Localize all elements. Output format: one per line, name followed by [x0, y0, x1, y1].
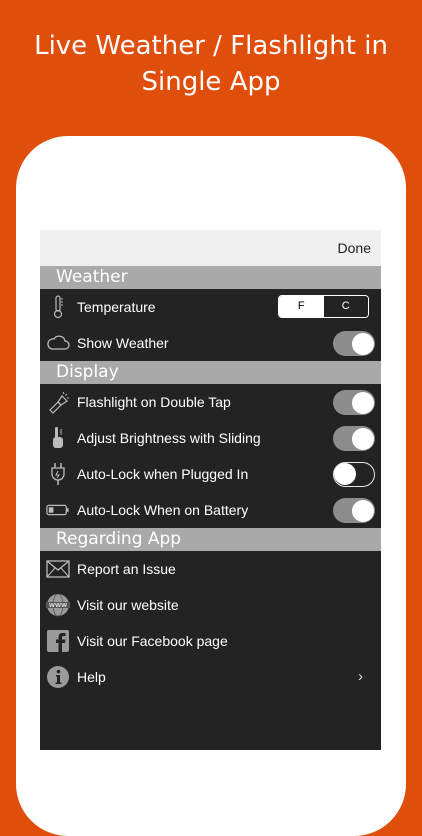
visit-website-row[interactable]: WWW Visit our website — [40, 587, 381, 623]
auto-lock-plugged-toggle[interactable] — [333, 462, 375, 487]
headline-line-1: Live Weather / Flashlight in — [34, 31, 388, 61]
temperature-label: Temperature — [77, 299, 156, 315]
envelope-icon — [46, 557, 70, 581]
section-header-display: Display — [40, 361, 381, 384]
section-header-weather: Weather — [40, 266, 381, 289]
help-label: Help — [77, 669, 106, 685]
flashlight-double-tap-row: Flashlight on Double Tap — [40, 384, 381, 420]
unit-option-celsius[interactable]: C — [323, 296, 368, 317]
toggle-knob — [351, 391, 374, 414]
cloud-icon — [46, 331, 70, 355]
show-weather-label: Show Weather — [77, 335, 169, 351]
toggle-knob — [334, 463, 356, 485]
unit-option-fahrenheit[interactable]: F — [279, 296, 324, 317]
thermometer-icon — [46, 295, 70, 319]
visit-facebook-row[interactable]: Visit our Facebook page — [40, 623, 381, 659]
flashlight-double-tap-toggle[interactable] — [333, 390, 375, 415]
auto-lock-plugged-row: Auto-Lock when Plugged In — [40, 456, 381, 492]
globe-www-icon: WWW — [46, 593, 70, 617]
adjust-brightness-row: Adjust Brightness with Sliding — [40, 420, 381, 456]
adjust-brightness-toggle[interactable] — [333, 426, 375, 451]
adjust-brightness-label: Adjust Brightness with Sliding — [77, 430, 261, 446]
toggle-knob — [351, 499, 374, 522]
chevron-right-icon: › — [358, 668, 363, 685]
navigation-bar: Done — [40, 230, 381, 266]
svg-text:WWW: WWW — [49, 603, 67, 609]
visit-website-label: Visit our website — [77, 597, 179, 613]
toggle-knob — [351, 427, 374, 450]
auto-lock-battery-label: Auto-Lock When on Battery — [77, 502, 249, 518]
report-issue-label: Report an Issue — [77, 561, 176, 577]
report-issue-row[interactable]: Report an Issue — [40, 551, 381, 587]
auto-lock-battery-row: Auto-Lock When on Battery — [40, 492, 381, 528]
temperature-row: Temperature F C — [40, 289, 381, 325]
plug-icon — [46, 462, 70, 486]
finger-slide-icon — [46, 426, 70, 450]
help-row[interactable]: Help › — [40, 659, 381, 695]
auto-lock-battery-toggle[interactable] — [333, 498, 375, 523]
flashlight-icon — [46, 390, 70, 414]
auto-lock-plugged-label: Auto-Lock when Plugged In — [77, 466, 249, 482]
headline: Live Weather / Flashlight in Single App — [0, 28, 422, 100]
temperature-unit-segmented-control: F C — [278, 295, 369, 318]
flashlight-double-tap-label: Flashlight on Double Tap — [77, 394, 231, 410]
info-icon — [46, 665, 70, 689]
headline-line-2: Single App — [141, 67, 281, 97]
battery-icon — [46, 498, 70, 522]
done-button[interactable]: Done — [338, 240, 371, 256]
show-weather-toggle[interactable] — [333, 331, 375, 356]
section-header-regarding-app: Regarding App — [40, 528, 381, 551]
facebook-icon — [46, 629, 70, 653]
toggle-knob — [351, 332, 374, 355]
show-weather-row: Show Weather — [40, 325, 381, 361]
visit-facebook-label: Visit our Facebook page — [77, 633, 228, 649]
settings-screen: Done Weather Temperature F C Show Weathe… — [40, 230, 381, 750]
